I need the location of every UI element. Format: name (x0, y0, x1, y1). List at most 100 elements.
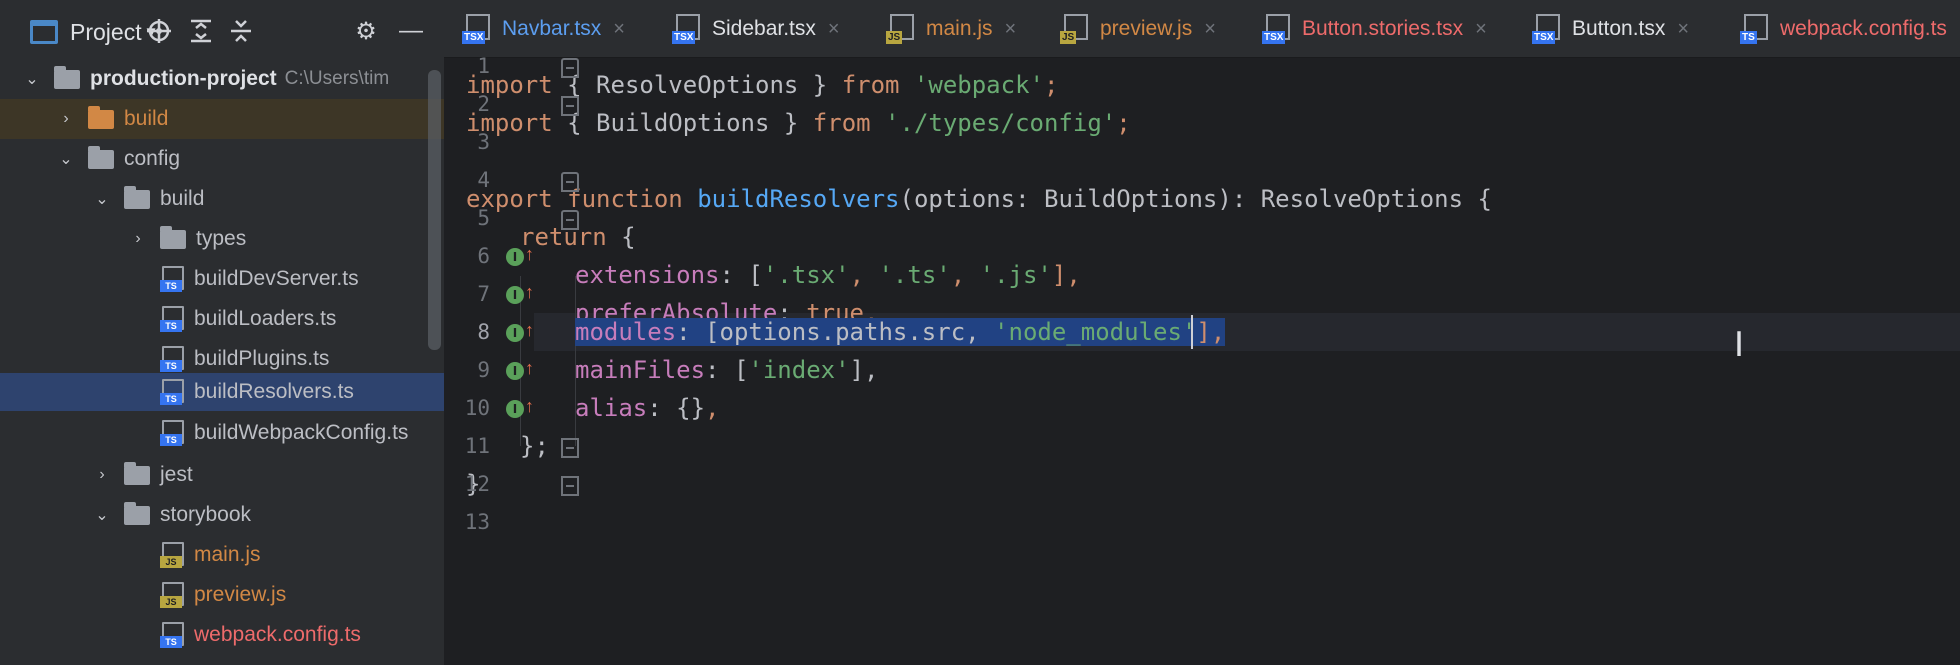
tsx-file-icon: TSX (1532, 14, 1562, 44)
tree-item-buildDevServer[interactable]: buildDevServer.ts (0, 259, 444, 299)
implements-icon[interactable]: I ↑ (506, 320, 536, 346)
tree-item-preview-js[interactable]: preview.js (0, 575, 444, 615)
tree-item-storybook[interactable]: ⌄ storybook (0, 495, 444, 535)
tab-navbar-tsx[interactable]: TSX Navbar.tsx × (462, 0, 625, 57)
fold-marker-icon[interactable] (561, 438, 579, 458)
line-number: 6 (477, 244, 490, 268)
chevron-down-icon[interactable]: ⌄ (92, 189, 112, 209)
tree-item-label: buildResolvers.ts (194, 380, 354, 403)
line-number: 2 (477, 92, 490, 116)
js-file-icon (160, 582, 184, 608)
chevron-right-icon[interactable]: › (56, 110, 76, 128)
tree-item-label: storybook (160, 503, 252, 526)
tab-button-stories-tsx[interactable]: TSX Button.stories.tsx × (1262, 0, 1487, 57)
tree-item-jest[interactable]: › jest (0, 455, 444, 495)
tsx-file-icon: TSX (462, 14, 492, 44)
tree-item-label: production-project (90, 67, 277, 90)
fold-marker-icon[interactable] (561, 58, 579, 78)
fold-marker-icon[interactable] (561, 210, 579, 230)
folder-icon (160, 225, 186, 249)
close-icon[interactable]: × (828, 18, 840, 41)
locate-file-icon[interactable] (142, 14, 176, 48)
project-title: Project (70, 18, 142, 45)
fold-marker-icon[interactable] (561, 476, 579, 496)
project-tool-window: Project ▼ ⚙ — ⌄ production-project C:\Us… (0, 0, 444, 665)
ts-file-icon (160, 622, 184, 648)
tree-item-main-js[interactable]: main.js (0, 535, 444, 575)
tree-item-build[interactable]: › build (0, 99, 444, 139)
code-editor[interactable]: import { ResolveOptions } from 'webpack'… (444, 58, 1960, 665)
tree-item-config-build[interactable]: ⌄ build (0, 179, 444, 219)
code-line-9: mainFiles: ['index'], (575, 356, 879, 384)
tree-item-path: C:\Users\tim (284, 68, 390, 89)
project-scrollbar[interactable] (428, 70, 441, 350)
implements-icon[interactable]: I ↑ (506, 396, 536, 422)
code-line-8: modules: [options.paths.src, 'node_modul… (575, 313, 1226, 351)
close-icon[interactable]: × (1677, 18, 1689, 41)
code-line-6: extensions: ['.tsx', '.ts', '.js'], (575, 261, 1081, 289)
tree-item-label: types (196, 227, 247, 250)
chevron-down-icon[interactable]: ⌄ (92, 505, 112, 525)
folder-icon (88, 105, 114, 129)
tree-item-label: buildPlugins.ts (194, 347, 330, 370)
tree-item-production-project[interactable]: ⌄ production-project C:\Users\tim (0, 59, 444, 99)
chevron-down-icon[interactable]: ⌄ (56, 149, 76, 169)
ts-file-icon (160, 420, 184, 446)
project-view-selector[interactable]: Project ▼ (30, 19, 158, 46)
tree-item-types[interactable]: › types (0, 219, 444, 259)
folder-icon (54, 65, 80, 89)
tree-item-label: buildLoaders.ts (194, 307, 337, 330)
tab-main-js[interactable]: JS main.js × (886, 0, 1017, 57)
editor-tab-bar: TSX Navbar.tsx × TSX Sidebar.tsx × JS ma… (444, 0, 1960, 58)
tree-item-label: build (160, 187, 205, 210)
js-file-icon: JS (1060, 14, 1090, 44)
expand-all-icon[interactable] (184, 14, 218, 48)
tab-label: Button.stories.tsx (1302, 17, 1464, 40)
close-icon[interactable]: × (1475, 18, 1487, 41)
folder-icon (124, 501, 150, 525)
chevron-down-icon[interactable]: ⌄ (22, 69, 42, 89)
code-line-4: export function buildResolvers(options: … (466, 185, 1492, 213)
text-caret (1191, 315, 1193, 349)
mouse-ibeam-cursor-icon: I (1734, 325, 1745, 365)
line-number: 9 (477, 358, 490, 382)
editor-gutter[interactable]: 1 2 3 4 5 6 7 8 9 10 11 12 13 I ↑ I ↑ I ↑ I… (444, 54, 536, 665)
line-number: 4 (477, 168, 490, 192)
text-selection: modules: [options.paths.src, 'node_modul… (575, 318, 1226, 346)
line-number: 11 (464, 434, 490, 458)
tab-button-tsx[interactable]: TSX Button.tsx × (1532, 0, 1689, 57)
fold-marker-icon[interactable] (561, 96, 579, 116)
line-number: 5 (477, 206, 490, 230)
tree-item-buildResolvers[interactable]: buildResolvers.ts (0, 373, 444, 411)
tab-label: webpack.config.ts (1780, 17, 1947, 40)
fold-marker-icon[interactable] (561, 172, 579, 192)
tab-label: main.js (926, 17, 993, 40)
tree-item-buildLoaders[interactable]: buildLoaders.ts (0, 299, 444, 339)
hide-panel-icon[interactable]: — (394, 14, 428, 48)
tree-item-label: webpack.config.ts (194, 623, 361, 646)
tree-item-config[interactable]: ⌄ config (0, 139, 444, 179)
close-icon[interactable]: × (1005, 18, 1017, 41)
chevron-right-icon[interactable]: › (92, 466, 112, 484)
gear-icon[interactable]: ⚙ (349, 14, 383, 48)
implements-icon[interactable]: I ↑ (506, 244, 536, 270)
implements-icon[interactable]: I ↑ (506, 358, 536, 384)
tab-label: Navbar.tsx (502, 17, 602, 40)
tab-label: Button.tsx (1572, 17, 1666, 40)
tab-webpack-config-ts[interactable]: TS webpack.config.ts (1740, 0, 1947, 57)
collapse-all-icon[interactable] (224, 14, 258, 48)
ts-file-icon (160, 346, 184, 372)
tab-preview-js[interactable]: JS preview.js × (1060, 0, 1216, 57)
js-file-icon: JS (886, 14, 916, 44)
tree-item-label: buildDevServer.ts (194, 267, 359, 290)
tab-sidebar-tsx[interactable]: TSX Sidebar.tsx × (672, 0, 840, 57)
chevron-right-icon[interactable]: › (128, 230, 148, 248)
line-number: 13 (464, 510, 490, 534)
tree-item-buildWebpackConfig[interactable]: buildWebpackConfig.ts (0, 413, 444, 453)
tree-item-label: main.js (194, 543, 261, 566)
implements-icon[interactable]: I ↑ (506, 282, 536, 308)
tree-item-webpack-config[interactable]: webpack.config.ts (0, 615, 444, 655)
line-number: 12 (464, 472, 490, 496)
close-icon[interactable]: × (613, 18, 625, 41)
close-icon[interactable]: × (1204, 18, 1216, 41)
